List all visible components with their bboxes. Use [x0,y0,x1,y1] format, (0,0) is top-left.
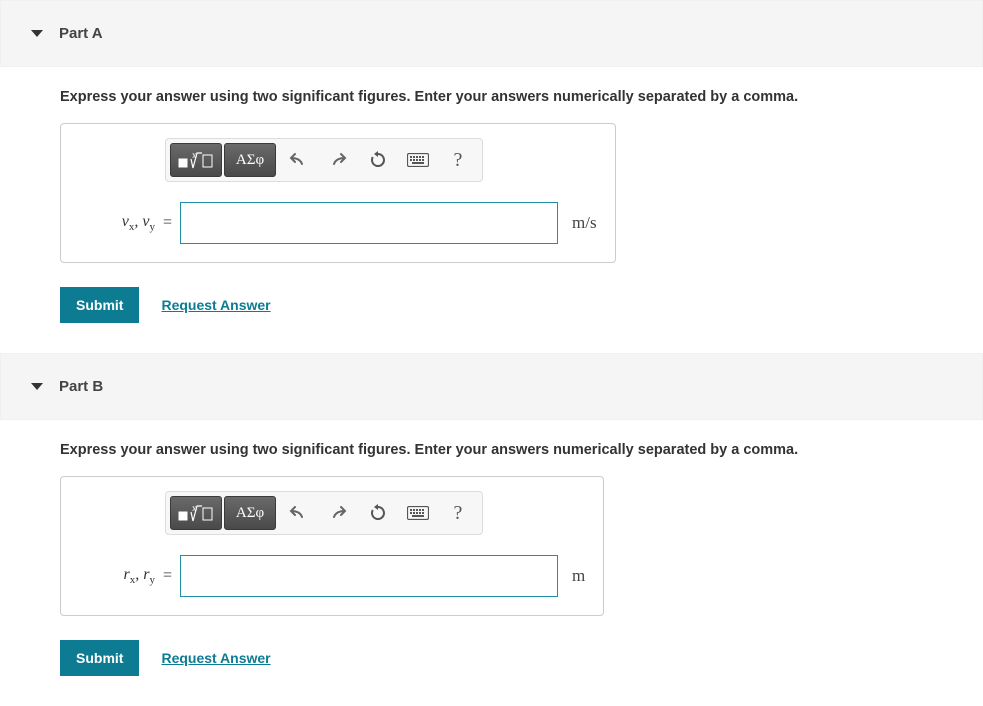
caret-down-icon [31,30,43,37]
help-label: ? [454,149,463,172]
answer-input[interactable] [180,555,558,597]
equals-sign: = [163,567,172,585]
variable-label: vx, vy [79,213,155,233]
keyboard-button[interactable] [398,143,438,177]
format-toolbar: x ΑΣφ ? [165,138,483,182]
answer-box: x ΑΣφ ? vx [60,123,616,263]
units-label: m/s [572,213,597,233]
part-b-header[interactable]: Part B [0,353,983,420]
instruction-text: Express your answer using two significan… [60,442,959,458]
undo-button[interactable] [278,496,318,530]
submit-button[interactable]: Submit [60,640,139,676]
caret-down-icon [31,383,43,390]
part-title: Part B [59,378,103,395]
reset-button[interactable] [358,143,398,177]
redo-button[interactable] [318,143,358,177]
templates-button[interactable]: x [170,143,222,177]
redo-button[interactable] [318,496,358,530]
undo-button[interactable] [278,143,318,177]
templates-button[interactable]: x [170,496,222,530]
instruction-text: Express your answer using two significan… [60,89,959,105]
request-answer-link[interactable]: Request Answer [161,297,270,313]
answer-row: vx, vy = m/s [79,202,597,244]
equals-sign: = [163,214,172,232]
part-title: Part A [59,25,103,42]
greek-label: ΑΣφ [236,152,264,169]
units-label: m [572,566,585,586]
variable-label: rx, ry [79,566,155,586]
keyboard-button[interactable] [398,496,438,530]
greek-button[interactable]: ΑΣφ [224,496,276,530]
format-toolbar: x ΑΣφ ? [165,491,483,535]
greek-button[interactable]: ΑΣφ [224,143,276,177]
help-label: ? [454,502,463,525]
actions-row: Submit Request Answer [60,640,959,676]
actions-row: Submit Request Answer [60,287,959,323]
answer-input[interactable] [180,202,558,244]
help-button[interactable]: ? [438,143,478,177]
greek-label: ΑΣφ [236,505,264,522]
part-b-body: Express your answer using two significan… [0,420,983,706]
answer-box: x ΑΣφ ? rx [60,476,604,616]
reset-button[interactable] [358,496,398,530]
part-a-body: Express your answer using two significan… [0,67,983,353]
help-button[interactable]: ? [438,496,478,530]
part-a-header[interactable]: Part A [0,0,983,67]
request-answer-link[interactable]: Request Answer [161,650,270,666]
answer-row: rx, ry = m [79,555,585,597]
submit-button[interactable]: Submit [60,287,139,323]
